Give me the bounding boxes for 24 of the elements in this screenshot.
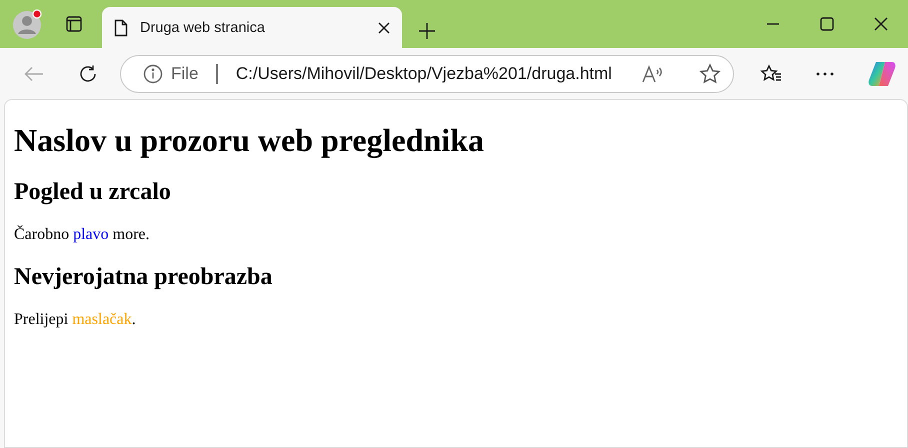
section-heading: Nevjerojatna preobrazba [14, 264, 272, 291]
section-heading: Pogled u zrcalo [14, 179, 171, 206]
page-heading: Naslov u prozoru web preglednika [14, 122, 484, 159]
url-text[interactable]: C:/Users/Mihovil/Desktop/Vjezba%201/druga.html [236, 64, 633, 84]
profile-avatar-icon[interactable] [11, 8, 43, 40]
browser-tab[interactable]: Druga web stranica [102, 7, 402, 48]
tab-title: Druga web stranica [140, 20, 266, 36]
favorites-icon[interactable] [760, 64, 782, 84]
read-aloud-icon[interactable] [641, 64, 665, 84]
maximize-icon[interactable] [820, 17, 834, 31]
star-icon[interactable] [699, 62, 721, 84]
info-icon[interactable] [143, 64, 163, 84]
address-bar[interactable]: File C:/Users/Mihovil/Desktop/Vjezba%201/druga.html [120, 54, 734, 92]
close-icon[interactable] [874, 17, 888, 31]
tab-actions-icon[interactable] [65, 15, 83, 33]
paragraph: Čarobno plavo more. [14, 226, 150, 244]
document-icon [114, 18, 128, 36]
site-scheme-label: File [171, 64, 198, 84]
new-tab-icon[interactable] [418, 22, 436, 40]
more-icon[interactable] [816, 72, 834, 76]
refresh-icon[interactable] [78, 64, 98, 84]
paragraph: Prelijepi maslačak. [14, 311, 136, 329]
close-icon[interactable] [378, 22, 390, 34]
copilot-icon[interactable] [868, 60, 896, 88]
